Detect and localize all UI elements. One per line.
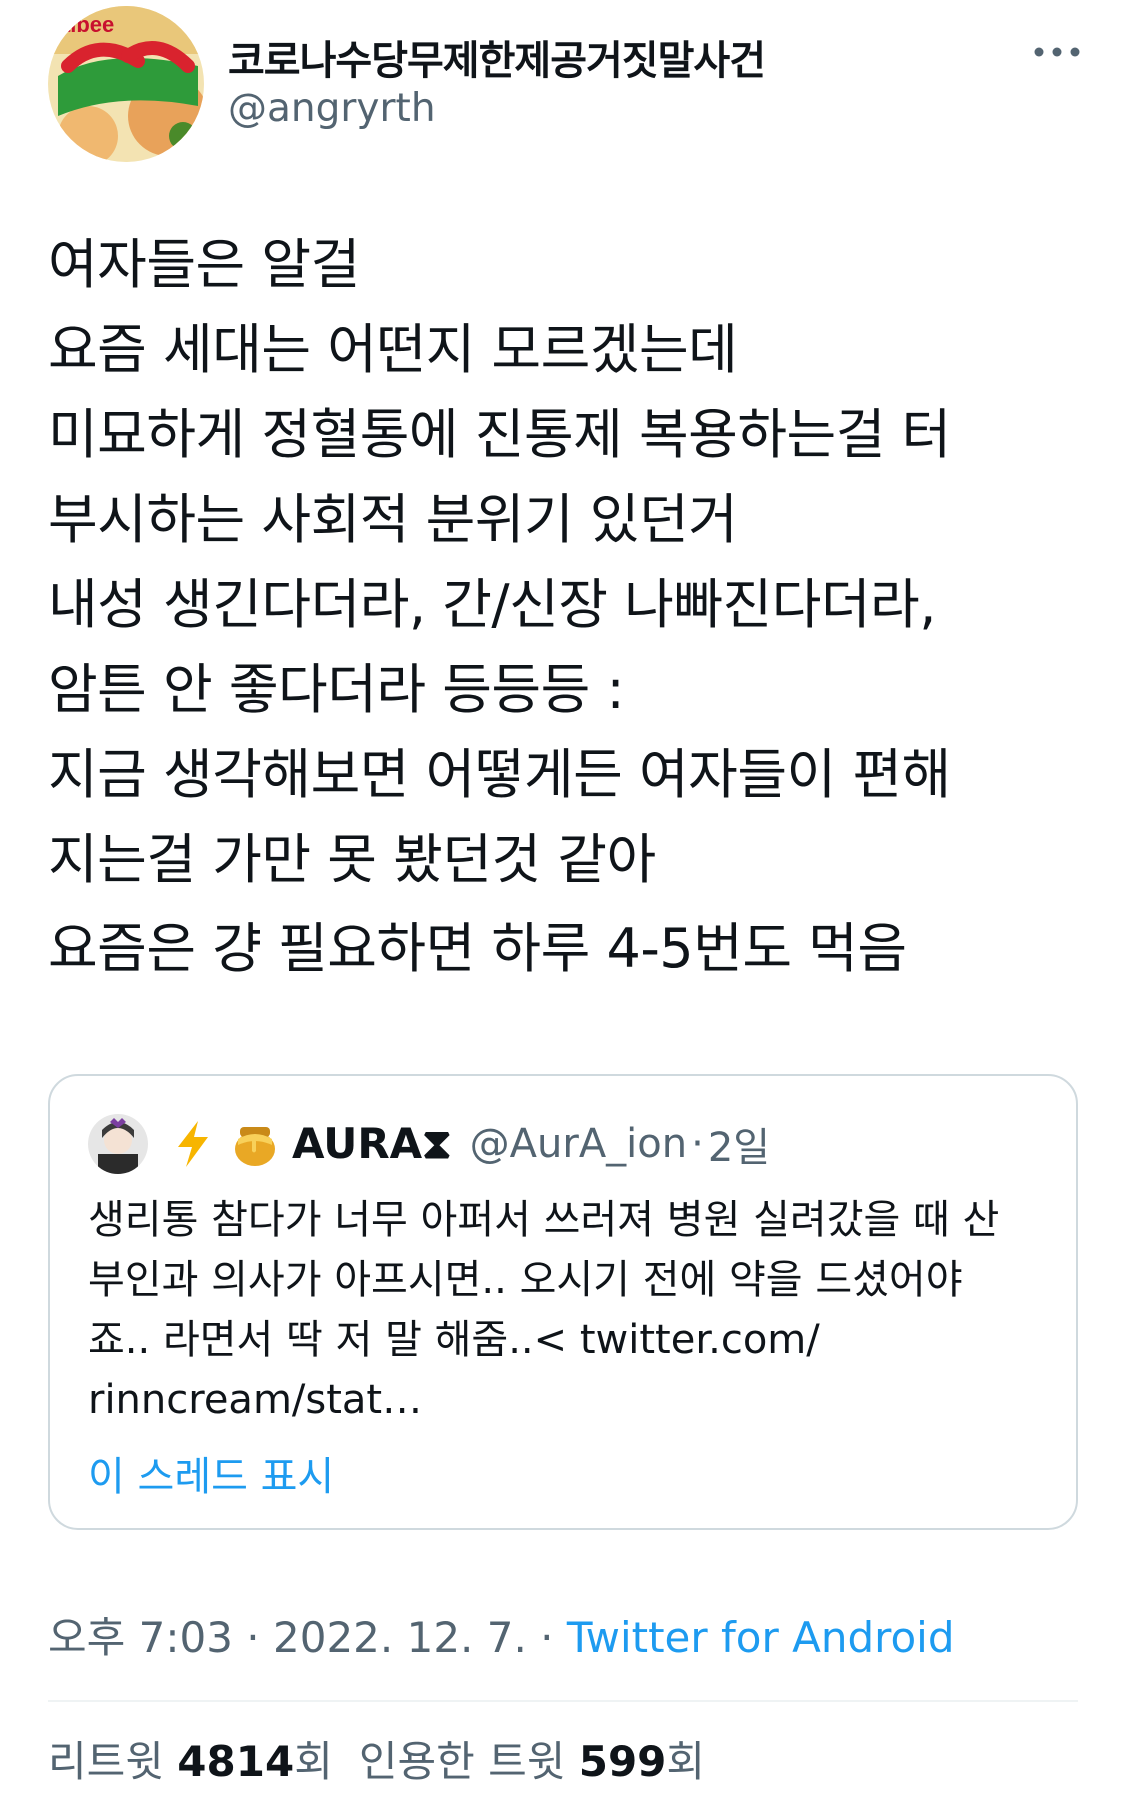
quotes-count: 599: [578, 1737, 667, 1786]
quoted-tweet-card[interactable]: AURA⧗ @AurA_ion · 2일 생리통 참다가 너무 아퍼서 쓰러져 …: [48, 1074, 1078, 1530]
tweet-time[interactable]: 오후 7:03: [48, 1613, 233, 1662]
quotes-label: 인용한 트윗: [358, 1737, 579, 1786]
divider: [48, 1700, 1078, 1702]
meta-separator: ·: [526, 1613, 567, 1662]
retweets-count: 4814: [177, 1737, 295, 1786]
author-display-name[interactable]: 코로나수당무제한제공거짓말사건: [228, 28, 766, 86]
show-thread-link[interactable]: 이 스레드 표시: [88, 1444, 334, 1502]
tweet-meta: 오후 7:03 · 2022. 12. 7. · Twitter for And…: [48, 1604, 955, 1665]
retweets-suffix: 회: [294, 1737, 333, 1786]
more-horizontal-icon[interactable]: [1030, 32, 1084, 72]
tweet-paragraph-2: 요즘은 걍 필요하면 하루 4-5번도 먹음: [48, 917, 907, 980]
tweet-stats: 리트윗 4814회 인용한 트윗 599회: [48, 1728, 705, 1789]
quote-header: AURA⧗ @AurA_ion · 2일: [168, 1114, 770, 1174]
author-avatar[interactable]: albee: [48, 6, 204, 162]
quotes-stat[interactable]: 인용한 트윗 599회: [359, 1737, 705, 1786]
tweet-paragraph-1: 여자들은 알걸 요즘 세대는 어떤지 모르겠는데 미묘하게 정혈통에 진통제 복…: [48, 233, 951, 891]
honey-pot-icon: [230, 1119, 280, 1169]
tweet-date[interactable]: 2022. 12. 7.: [273, 1613, 527, 1662]
tweet-text: 여자들은 알걸 요즘 세대는 어떤지 모르겠는데 미묘하게 정혈통에 진통제 복…: [48, 222, 1088, 991]
retweets-stat[interactable]: 리트윗 4814회: [48, 1737, 333, 1786]
avatar-brand-text: albee: [58, 12, 114, 37]
snack-package-avatar-icon: albee: [48, 6, 204, 162]
quote-text: 생리통 참다가 너무 아퍼서 쓰러져 병원 실려갔을 때 산 부인과 의사가 아…: [88, 1197, 1000, 1423]
quotes-suffix: 회: [666, 1737, 706, 1786]
quote-author-name[interactable]: AURA⧗: [292, 1119, 452, 1169]
anime-character-avatar-icon: [88, 1114, 148, 1174]
author-handle[interactable]: @angryrth: [228, 86, 436, 131]
meta-separator: ·: [232, 1613, 274, 1662]
quote-author-handle[interactable]: @AurA_ion: [470, 1121, 687, 1167]
tweet-source-link[interactable]: Twitter for Android: [567, 1613, 955, 1662]
quote-separator: ·: [691, 1121, 704, 1167]
retweets-label: 리트윗: [48, 1737, 178, 1786]
quote-time[interactable]: 2일: [708, 1115, 770, 1173]
lightning-icon: [168, 1119, 218, 1169]
quote-author-avatar[interactable]: [88, 1114, 148, 1174]
